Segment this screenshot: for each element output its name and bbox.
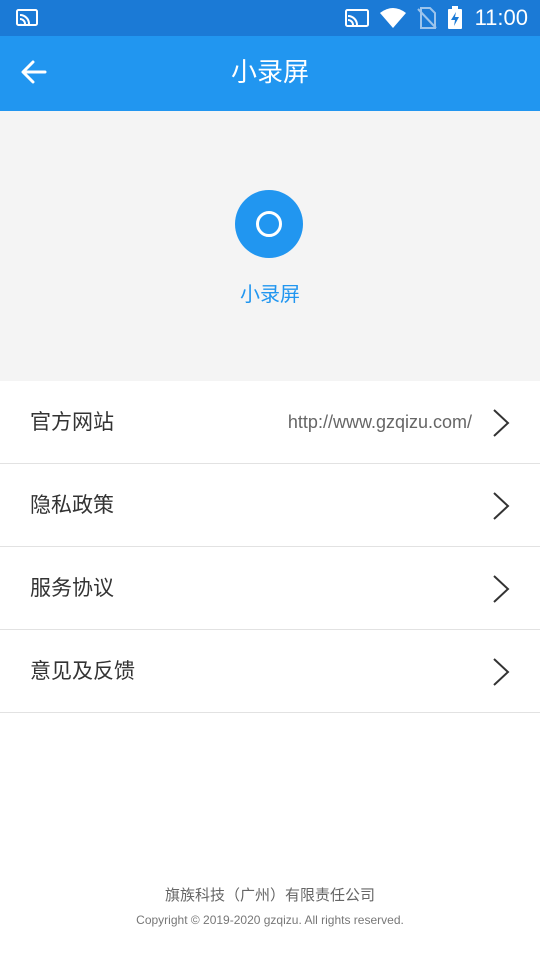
menu-item-service-agreement[interactable]: 服务协议 (0, 547, 540, 630)
copyright-text: Copyright © 2019-2020 gzqizu. All rights… (136, 913, 404, 927)
chevron-right-icon (492, 491, 510, 521)
chevron-right-icon (492, 574, 510, 604)
cast-icon (16, 8, 38, 28)
website-url: http://www.gzqizu.com/ (287, 412, 472, 432)
menu-item-privacy-policy[interactable]: 隐私政策 (0, 464, 540, 547)
status-time: 11:00 (474, 5, 528, 30)
status-icons: 11:00 (335, 0, 528, 36)
app-name: 小录屏 (240, 282, 300, 306)
cast-icon (344, 8, 369, 28)
app-bar: 小录屏 (0, 36, 540, 111)
settings-menu: 官方网站 http://www.gzqizu.com/ 隐私政策 服务协议 意见… (0, 381, 540, 713)
menu-item-label: 意见及反馈 (30, 659, 135, 683)
app-info-header: 小录屏 (0, 111, 540, 381)
chevron-right-icon (492, 657, 510, 687)
no-sim-icon (416, 7, 437, 29)
menu-item-label: 服务协议 (30, 576, 114, 600)
wifi-icon (379, 7, 407, 29)
menu-item-official-website[interactable]: 官方网站 http://www.gzqizu.com/ (0, 381, 540, 464)
status-bar: 11:00 (0, 0, 540, 36)
menu-item-label: 隐私政策 (30, 493, 114, 517)
page-title: 小录屏 (230, 58, 309, 88)
footer: 旗族科技（广州）有限责任公司 Copyright © 2019-2020 gzq… (0, 884, 540, 927)
battery-charging-icon (447, 6, 463, 30)
record-circle-icon (256, 211, 282, 237)
menu-item-feedback[interactable]: 意见及反馈 (0, 630, 540, 713)
company-name: 旗族科技（广州）有限责任公司 (164, 886, 375, 904)
menu-item-label: 官方网站 (30, 410, 114, 434)
app-logo (235, 190, 303, 258)
chevron-right-icon (492, 408, 510, 438)
